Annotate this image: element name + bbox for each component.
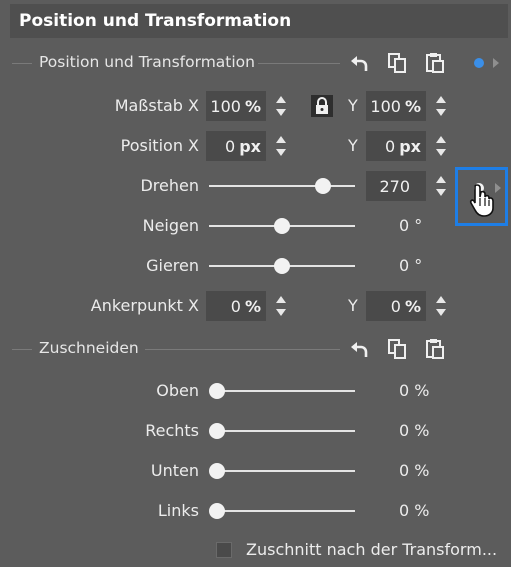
rotate-stepper[interactable] [431,171,451,201]
hand-cursor-icon [468,182,498,218]
position-y-input[interactable]: 0 px [366,131,426,161]
tilt-slider[interactable] [209,218,355,234]
section-header-position[interactable]: Position und Transformation [0,48,511,78]
scale-x-label: Maßstab X [114,96,199,115]
scale-y-label: Y [348,96,358,115]
divider [12,349,32,350]
tilt-label: Neigen [142,216,199,235]
section-title-position: Position und Transformation [39,53,255,71]
section-header-crop[interactable]: Zuschneiden [0,334,511,364]
scale-x-input[interactable]: 100% [206,91,266,121]
scale-y-input[interactable]: 100% [366,91,426,121]
section-title-crop: Zuschneiden [39,339,139,357]
slider-thumb[interactable] [209,463,225,479]
crop-left-slider[interactable] [209,503,355,519]
slider-track [217,390,355,392]
keyframe-indicator-icon[interactable] [474,58,484,68]
crop-top-value: 0 % [399,381,430,400]
yaw-label: Gieren [146,256,199,275]
crop-bottom-label: Unten [150,461,199,480]
crop-bottom-value: 0 % [399,461,430,480]
crop-left-label: Links [157,501,199,520]
panel-title: Position und Transformation [10,4,508,38]
rotate-slider[interactable] [209,178,355,194]
copy-icon[interactable] [385,337,409,361]
anchor-y-label: Y [348,296,358,315]
keyframe-button-highlight[interactable] [455,167,508,226]
crop-right-slider[interactable] [209,423,355,439]
anchor-y-stepper[interactable] [431,291,451,321]
yaw-slider[interactable] [209,258,355,274]
anchor-x-label: Ankerpunkt X [90,296,199,315]
anchor-y-input[interactable]: 0% [366,291,426,321]
crop-after-transform-label[interactable]: Zuschnitt nach der Transform... [246,540,497,559]
slider-thumb[interactable] [274,258,290,274]
slider-track [217,430,355,432]
divider [258,63,340,64]
anchor-x-stepper[interactable] [271,291,291,321]
position-x-label: Position X [120,136,199,155]
undo-icon[interactable] [347,337,371,361]
crop-left-value: 0 % [399,501,430,520]
scale-x-stepper[interactable] [271,91,291,121]
lock-icon[interactable] [311,95,333,117]
divider [145,349,340,350]
position-x-stepper[interactable] [271,131,291,161]
anchor-x-input[interactable]: 0% [206,291,266,321]
crop-right-label: Rechts [145,421,199,440]
slider-thumb[interactable] [314,178,331,194]
slider-track [217,470,355,472]
divider [12,63,32,64]
paste-icon[interactable] [423,51,447,75]
crop-top-label: Oben [156,381,199,400]
slider-thumb[interactable] [209,503,225,519]
slider-track [209,185,355,187]
paste-icon[interactable] [423,337,447,361]
copy-icon[interactable] [385,51,409,75]
crop-top-slider[interactable] [209,383,355,399]
crop-bottom-slider[interactable] [209,463,355,479]
crop-after-transform-checkbox[interactable] [216,542,232,558]
yaw-value: 0 ° [399,256,423,275]
position-y-stepper[interactable] [431,131,451,161]
rotate-input[interactable]: 270 [366,171,426,201]
slider-thumb[interactable] [274,218,290,234]
undo-icon[interactable] [347,51,371,75]
slider-thumb[interactable] [209,423,225,439]
tilt-value: 0 ° [399,216,423,235]
position-y-label: Y [348,136,358,155]
slider-track [217,510,355,512]
rotate-label: Drehen [140,176,199,195]
position-x-input[interactable]: 0 px [206,131,266,161]
crop-right-value: 0 % [399,421,430,440]
chevron-right-icon[interactable] [493,58,499,68]
slider-thumb[interactable] [209,383,225,399]
scale-y-stepper[interactable] [431,91,451,121]
